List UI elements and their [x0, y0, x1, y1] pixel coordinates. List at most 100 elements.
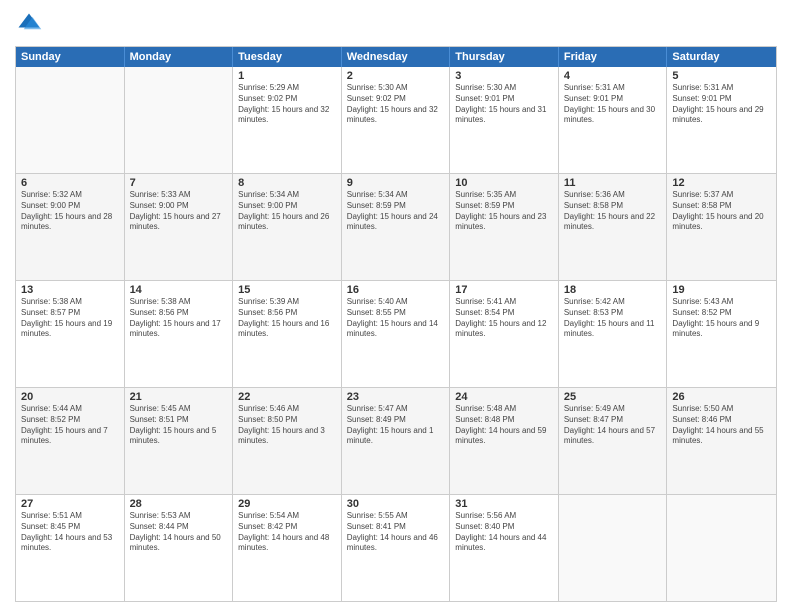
header: [15, 10, 777, 38]
calendar-cell: [559, 495, 668, 601]
header-day-friday: Friday: [559, 47, 668, 67]
day-number: 29: [238, 498, 336, 510]
cell-info: Sunrise: 5:29 AM Sunset: 9:02 PM Dayligh…: [238, 83, 336, 126]
day-number: 17: [455, 284, 553, 296]
calendar-cell: 27Sunrise: 5:51 AM Sunset: 8:45 PM Dayli…: [16, 495, 125, 601]
day-number: 8: [238, 177, 336, 189]
page: SundayMondayTuesdayWednesdayThursdayFrid…: [0, 0, 792, 612]
cell-info: Sunrise: 5:41 AM Sunset: 8:54 PM Dayligh…: [455, 297, 553, 340]
day-number: 18: [564, 284, 662, 296]
calendar-cell: 5Sunrise: 5:31 AM Sunset: 9:01 PM Daylig…: [667, 67, 776, 173]
day-number: 30: [347, 498, 445, 510]
header-day-saturday: Saturday: [667, 47, 776, 67]
cell-info: Sunrise: 5:48 AM Sunset: 8:48 PM Dayligh…: [455, 404, 553, 447]
cell-info: Sunrise: 5:39 AM Sunset: 8:56 PM Dayligh…: [238, 297, 336, 340]
calendar-cell: 24Sunrise: 5:48 AM Sunset: 8:48 PM Dayli…: [450, 388, 559, 494]
day-number: 16: [347, 284, 445, 296]
calendar-row-0: 1Sunrise: 5:29 AM Sunset: 9:02 PM Daylig…: [16, 67, 776, 173]
calendar-cell: 12Sunrise: 5:37 AM Sunset: 8:58 PM Dayli…: [667, 174, 776, 280]
day-number: 11: [564, 177, 662, 189]
calendar-cell: [125, 67, 234, 173]
day-number: 22: [238, 391, 336, 403]
calendar-cell: 1Sunrise: 5:29 AM Sunset: 9:02 PM Daylig…: [233, 67, 342, 173]
calendar-row-4: 27Sunrise: 5:51 AM Sunset: 8:45 PM Dayli…: [16, 494, 776, 601]
calendar-cell: 10Sunrise: 5:35 AM Sunset: 8:59 PM Dayli…: [450, 174, 559, 280]
cell-info: Sunrise: 5:54 AM Sunset: 8:42 PM Dayligh…: [238, 511, 336, 554]
calendar-cell: 28Sunrise: 5:53 AM Sunset: 8:44 PM Dayli…: [125, 495, 234, 601]
calendar-cell: 25Sunrise: 5:49 AM Sunset: 8:47 PM Dayli…: [559, 388, 668, 494]
day-number: 20: [21, 391, 119, 403]
calendar-cell: 2Sunrise: 5:30 AM Sunset: 9:02 PM Daylig…: [342, 67, 451, 173]
cell-info: Sunrise: 5:30 AM Sunset: 9:02 PM Dayligh…: [347, 83, 445, 126]
day-number: 2: [347, 70, 445, 82]
day-number: 12: [672, 177, 771, 189]
calendar-cell: 7Sunrise: 5:33 AM Sunset: 9:00 PM Daylig…: [125, 174, 234, 280]
header-day-sunday: Sunday: [16, 47, 125, 67]
day-number: 24: [455, 391, 553, 403]
cell-info: Sunrise: 5:49 AM Sunset: 8:47 PM Dayligh…: [564, 404, 662, 447]
cell-info: Sunrise: 5:34 AM Sunset: 9:00 PM Dayligh…: [238, 190, 336, 233]
day-number: 21: [130, 391, 228, 403]
calendar-cell: 16Sunrise: 5:40 AM Sunset: 8:55 PM Dayli…: [342, 281, 451, 387]
calendar-cell: 14Sunrise: 5:38 AM Sunset: 8:56 PM Dayli…: [125, 281, 234, 387]
calendar-cell: 31Sunrise: 5:56 AM Sunset: 8:40 PM Dayli…: [450, 495, 559, 601]
calendar-cell: 9Sunrise: 5:34 AM Sunset: 8:59 PM Daylig…: [342, 174, 451, 280]
cell-info: Sunrise: 5:45 AM Sunset: 8:51 PM Dayligh…: [130, 404, 228, 447]
cell-info: Sunrise: 5:31 AM Sunset: 9:01 PM Dayligh…: [672, 83, 771, 126]
cell-info: Sunrise: 5:31 AM Sunset: 9:01 PM Dayligh…: [564, 83, 662, 126]
calendar-cell: 19Sunrise: 5:43 AM Sunset: 8:52 PM Dayli…: [667, 281, 776, 387]
cell-info: Sunrise: 5:38 AM Sunset: 8:57 PM Dayligh…: [21, 297, 119, 340]
day-number: 9: [347, 177, 445, 189]
logo: [15, 10, 47, 38]
cell-info: Sunrise: 5:33 AM Sunset: 9:00 PM Dayligh…: [130, 190, 228, 233]
calendar-row-1: 6Sunrise: 5:32 AM Sunset: 9:00 PM Daylig…: [16, 173, 776, 280]
calendar-cell: 6Sunrise: 5:32 AM Sunset: 9:00 PM Daylig…: [16, 174, 125, 280]
calendar-cell: 17Sunrise: 5:41 AM Sunset: 8:54 PM Dayli…: [450, 281, 559, 387]
day-number: 23: [347, 391, 445, 403]
calendar-cell: 20Sunrise: 5:44 AM Sunset: 8:52 PM Dayli…: [16, 388, 125, 494]
cell-info: Sunrise: 5:36 AM Sunset: 8:58 PM Dayligh…: [564, 190, 662, 233]
cell-info: Sunrise: 5:46 AM Sunset: 8:50 PM Dayligh…: [238, 404, 336, 447]
calendar-cell: 26Sunrise: 5:50 AM Sunset: 8:46 PM Dayli…: [667, 388, 776, 494]
cell-info: Sunrise: 5:43 AM Sunset: 8:52 PM Dayligh…: [672, 297, 771, 340]
calendar-cell: 15Sunrise: 5:39 AM Sunset: 8:56 PM Dayli…: [233, 281, 342, 387]
calendar-cell: 11Sunrise: 5:36 AM Sunset: 8:58 PM Dayli…: [559, 174, 668, 280]
calendar-cell: 18Sunrise: 5:42 AM Sunset: 8:53 PM Dayli…: [559, 281, 668, 387]
day-number: 26: [672, 391, 771, 403]
cell-info: Sunrise: 5:42 AM Sunset: 8:53 PM Dayligh…: [564, 297, 662, 340]
cell-info: Sunrise: 5:32 AM Sunset: 9:00 PM Dayligh…: [21, 190, 119, 233]
header-day-tuesday: Tuesday: [233, 47, 342, 67]
logo-icon: [15, 10, 43, 38]
day-number: 27: [21, 498, 119, 510]
cell-info: Sunrise: 5:55 AM Sunset: 8:41 PM Dayligh…: [347, 511, 445, 554]
calendar-cell: 29Sunrise: 5:54 AM Sunset: 8:42 PM Dayli…: [233, 495, 342, 601]
day-number: 3: [455, 70, 553, 82]
calendar-cell: 3Sunrise: 5:30 AM Sunset: 9:01 PM Daylig…: [450, 67, 559, 173]
cell-info: Sunrise: 5:56 AM Sunset: 8:40 PM Dayligh…: [455, 511, 553, 554]
cell-info: Sunrise: 5:30 AM Sunset: 9:01 PM Dayligh…: [455, 83, 553, 126]
day-number: 5: [672, 70, 771, 82]
cell-info: Sunrise: 5:50 AM Sunset: 8:46 PM Dayligh…: [672, 404, 771, 447]
calendar-cell: 21Sunrise: 5:45 AM Sunset: 8:51 PM Dayli…: [125, 388, 234, 494]
cell-info: Sunrise: 5:34 AM Sunset: 8:59 PM Dayligh…: [347, 190, 445, 233]
day-number: 19: [672, 284, 771, 296]
day-number: 14: [130, 284, 228, 296]
cell-info: Sunrise: 5:40 AM Sunset: 8:55 PM Dayligh…: [347, 297, 445, 340]
cell-info: Sunrise: 5:38 AM Sunset: 8:56 PM Dayligh…: [130, 297, 228, 340]
day-number: 4: [564, 70, 662, 82]
calendar-cell: 13Sunrise: 5:38 AM Sunset: 8:57 PM Dayli…: [16, 281, 125, 387]
day-number: 10: [455, 177, 553, 189]
calendar-cell: 22Sunrise: 5:46 AM Sunset: 8:50 PM Dayli…: [233, 388, 342, 494]
header-day-thursday: Thursday: [450, 47, 559, 67]
cell-info: Sunrise: 5:47 AM Sunset: 8:49 PM Dayligh…: [347, 404, 445, 447]
calendar-cell: 30Sunrise: 5:55 AM Sunset: 8:41 PM Dayli…: [342, 495, 451, 601]
day-number: 15: [238, 284, 336, 296]
calendar-cell: 8Sunrise: 5:34 AM Sunset: 9:00 PM Daylig…: [233, 174, 342, 280]
calendar: SundayMondayTuesdayWednesdayThursdayFrid…: [15, 46, 777, 602]
header-day-wednesday: Wednesday: [342, 47, 451, 67]
cell-info: Sunrise: 5:53 AM Sunset: 8:44 PM Dayligh…: [130, 511, 228, 554]
header-day-monday: Monday: [125, 47, 234, 67]
cell-info: Sunrise: 5:44 AM Sunset: 8:52 PM Dayligh…: [21, 404, 119, 447]
cell-info: Sunrise: 5:37 AM Sunset: 8:58 PM Dayligh…: [672, 190, 771, 233]
day-number: 1: [238, 70, 336, 82]
